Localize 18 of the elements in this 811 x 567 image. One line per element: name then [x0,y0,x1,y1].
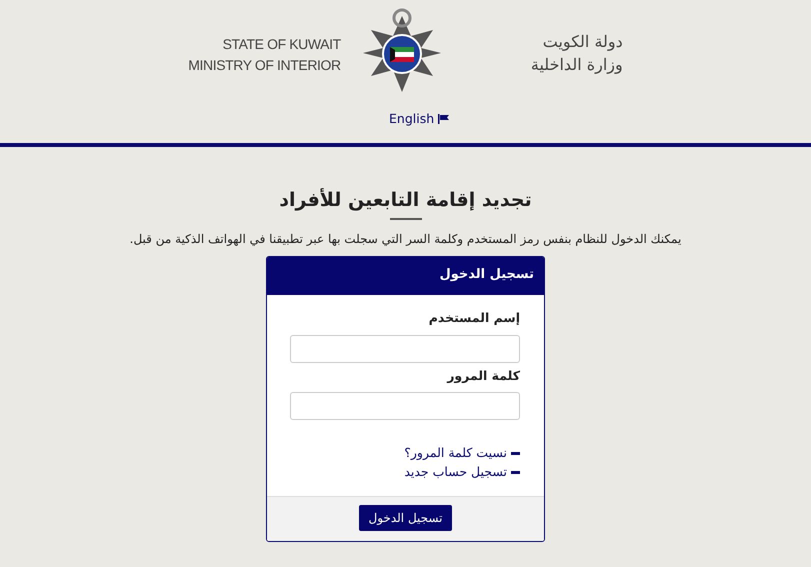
language-link[interactable]: English [389,110,450,129]
field-label: إسم المستخدم [428,308,520,327]
header-text: MINISTRY OF INTERIOR [188,56,341,75]
field-label: كلمة المرور [446,366,520,385]
header-text: وزارة الداخلية [530,54,623,76]
header-text: دولة الكويت [542,31,623,53]
header-text: STATE OF KUWAIT [222,35,341,54]
input-field[interactable] [290,392,520,420]
input-field[interactable] [290,334,520,363]
account-link[interactable]: نسيت كلمة المرور؟ [404,444,507,464]
login-button[interactable]: تسجيل الدخول [358,504,452,531]
page-title: تجديد إقامة التابعين للأفراد [278,189,533,212]
flag-icon [438,114,450,124]
dash-icon [511,470,520,474]
card-title: تسجيل الدخول [439,266,534,282]
intro-text: يمكنك الدخول للنظام بنفس رمز المستخدم وكلمة السر التي سجلت بها عبر تطبيقنا في الهواتف الذكية من قبل. [128,230,682,248]
dash-icon [511,452,520,456]
account-link[interactable]: تسجيل حساب جديد [404,463,507,482]
